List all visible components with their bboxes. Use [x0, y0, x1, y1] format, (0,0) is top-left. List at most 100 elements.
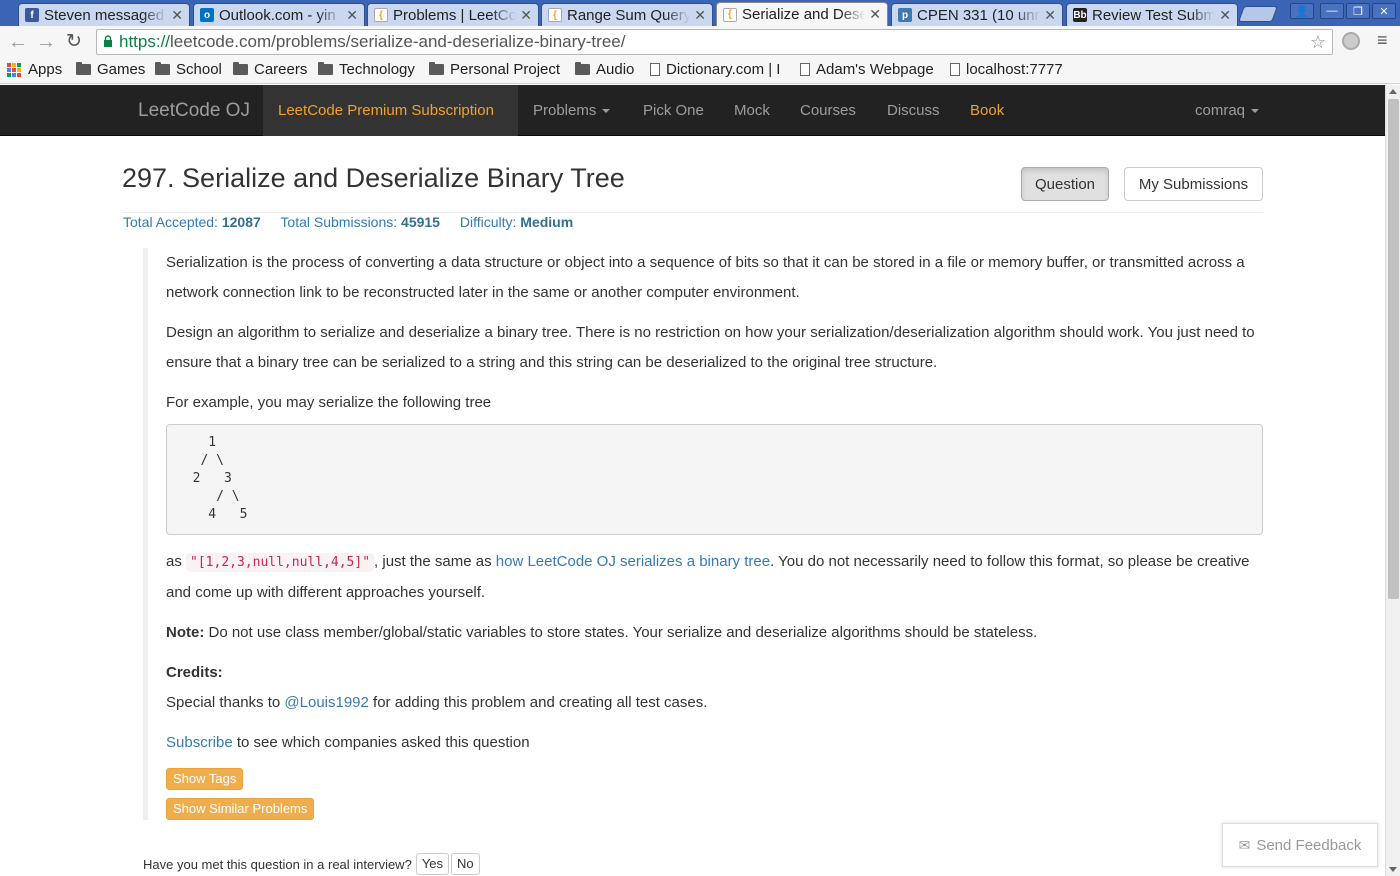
- accepted-label: Total Accepted:: [123, 214, 218, 230]
- text: as: [166, 553, 187, 570]
- piazza-icon: p: [898, 8, 912, 22]
- nav-courses[interactable]: Courses: [800, 85, 856, 136]
- my-submissions-button[interactable]: My Submissions: [1124, 167, 1263, 201]
- divider: [122, 212, 1263, 213]
- credits-heading: Credits:: [166, 658, 1263, 688]
- lock-icon: [104, 35, 112, 47]
- scrollbar-thumb[interactable]: [1388, 99, 1399, 599]
- bookmark-star-icon[interactable]: ☆: [1310, 32, 1326, 53]
- tab-title: Review Test Subm: [1092, 6, 1216, 24]
- question-tab-button[interactable]: Question: [1021, 167, 1109, 201]
- page-icon: [800, 63, 810, 76]
- close-tab-icon[interactable]: ✕: [1044, 7, 1056, 24]
- serialization-link[interactable]: how LeetCode OJ serializes a binary tree: [496, 553, 770, 570]
- caret-down-icon: [602, 108, 611, 113]
- close-tab-icon[interactable]: ✕: [1219, 7, 1231, 24]
- show-tags-button[interactable]: Show Tags: [166, 768, 244, 790]
- feedback-label: Send Feedback: [1256, 836, 1362, 854]
- outlook-icon: o: [200, 8, 214, 22]
- nav-pick-one[interactable]: Pick One: [643, 85, 704, 136]
- address-bar[interactable]: https://leetcode.com/problems/serialize-…: [96, 29, 1333, 55]
- send-feedback-button[interactable]: ✉ Send Feedback: [1222, 823, 1378, 867]
- nav-discuss[interactable]: Discuss: [887, 85, 940, 136]
- bookmark-technology[interactable]: Technology: [318, 61, 415, 78]
- nav-problems-label: Problems: [533, 102, 597, 119]
- page-scrollbar[interactable]: [1385, 85, 1400, 876]
- bookmark-label: Audio: [596, 61, 635, 78]
- problem-stats: Total Accepted: 12087 Total Submissions:…: [123, 214, 589, 230]
- browser-tab-outlook[interactable]: o Outlook.com - yin ✕: [193, 3, 365, 26]
- yes-button[interactable]: Yes: [415, 853, 450, 875]
- bookmark-careers[interactable]: Careers: [233, 61, 307, 78]
- bookmarks-bar: Apps Games School Careers Technology Per…: [0, 58, 1400, 84]
- bookmark-label: Apps: [28, 61, 63, 78]
- subscribe-link[interactable]: Subscribe: [166, 734, 233, 751]
- credits-label: Credits:: [166, 664, 223, 681]
- brand-logo[interactable]: LeetCode OJ: [138, 85, 250, 136]
- close-tab-icon[interactable]: ✕: [694, 7, 706, 24]
- browser-tab-bar: f Steven messaged ✕ o Outlook.com - yin …: [0, 0, 1400, 26]
- browser-tab-review[interactable]: Bb Review Test Subm ✕: [1066, 3, 1238, 26]
- description-paragraph: Design an algorithm to serialize and des…: [166, 324, 1255, 371]
- url-scheme: https://: [119, 32, 171, 51]
- bookmark-dictionary[interactable]: Dictionary.com | I: [650, 61, 780, 78]
- browser-tab-cpen[interactable]: p CPEN 331 (10 unre ✕: [891, 3, 1063, 26]
- close-tab-icon[interactable]: ✕: [520, 7, 532, 24]
- code-example: "[1,2,3,null,null,4,5]": [186, 553, 375, 572]
- close-tab-icon[interactable]: ✕: [346, 7, 358, 24]
- bookmark-adams-webpage[interactable]: Adam's Webpage: [800, 61, 934, 78]
- folder-icon: [318, 62, 333, 75]
- bookmark-apps[interactable]: Apps: [7, 61, 62, 78]
- browser-tab-serialize[interactable]: { Serialize and Dese ✕: [716, 2, 888, 26]
- apps-grid-icon: [7, 62, 21, 77]
- close-tab-icon[interactable]: ✕: [171, 7, 183, 24]
- browser-tab-facebook[interactable]: f Steven messaged ✕: [18, 3, 190, 26]
- credits-paragraph: Special thanks to @Louis1992 for adding …: [166, 688, 1263, 718]
- browser-tab-problems[interactable]: { Problems | LeetCo ✕: [367, 3, 539, 26]
- text: , just the same as: [374, 553, 496, 570]
- folder-icon: [76, 62, 91, 75]
- leetcode-icon: {: [548, 8, 562, 22]
- scroll-up-icon[interactable]: [1389, 89, 1397, 94]
- tab-title: Range Sum Query: [567, 6, 691, 24]
- nav-premium[interactable]: LeetCode Premium Subscription: [263, 85, 518, 136]
- bookmark-games[interactable]: Games: [76, 61, 145, 78]
- note-paragraph: Note: Do not use class member/global/sta…: [166, 618, 1263, 648]
- bookmark-label: Adam's Webpage: [816, 61, 934, 78]
- submissions-value: 45915: [401, 214, 440, 230]
- maximize-icon[interactable]: ❐: [1346, 3, 1370, 19]
- browser-toolbar: ← → ↻ https://leetcode.com/problems/seri…: [0, 26, 1400, 58]
- nav-book[interactable]: Book: [970, 85, 1004, 136]
- author-link[interactable]: @Louis1992: [284, 694, 368, 711]
- browser-tab-range-sum[interactable]: { Range Sum Query ✕: [541, 3, 713, 26]
- difficulty-value: Medium: [520, 214, 574, 230]
- nav-mock[interactable]: Mock: [734, 85, 770, 136]
- close-tab-icon[interactable]: ✕: [869, 6, 881, 23]
- format-paragraph: as "[1,2,3,null,null,4,5]", just the sam…: [166, 547, 1263, 608]
- folder-icon: [429, 62, 444, 75]
- scroll-down-icon[interactable]: [1389, 867, 1397, 872]
- bookmark-personal-project[interactable]: Personal Project: [429, 61, 560, 78]
- nav-user-menu[interactable]: comraq: [1195, 85, 1260, 136]
- minimize-icon[interactable]: —: [1320, 3, 1344, 19]
- facebook-icon: f: [25, 8, 39, 22]
- description-paragraph: Serialization is the process of converti…: [166, 254, 1245, 301]
- note-label: Note:: [166, 624, 205, 641]
- show-similar-problems-button[interactable]: Show Similar Problems: [166, 798, 315, 820]
- new-tab-button[interactable]: [1238, 6, 1278, 22]
- bookmark-localhost[interactable]: localhost:7777: [950, 61, 1063, 78]
- site-navbar: LeetCode OJ LeetCode Premium Subscriptio…: [0, 85, 1385, 136]
- nav-problems[interactable]: Problems: [533, 85, 611, 136]
- extension-icon[interactable]: [1342, 32, 1360, 50]
- forward-arrow-icon[interactable]: →: [36, 32, 56, 52]
- tree-example: 1 / \ 2 3 / \ 4 5: [166, 424, 1263, 535]
- close-window-icon[interactable]: ✕: [1372, 3, 1396, 19]
- user-profile-icon[interactable]: 👤: [1290, 3, 1314, 19]
- back-arrow-icon[interactable]: ←: [8, 32, 28, 52]
- bookmark-school[interactable]: School: [155, 61, 222, 78]
- menu-icon[interactable]: ≡: [1377, 30, 1388, 51]
- bookmark-audio[interactable]: Audio: [575, 61, 634, 78]
- reload-icon[interactable]: ↻: [66, 32, 82, 52]
- no-button[interactable]: No: [451, 853, 480, 875]
- leetcode-icon: {: [374, 8, 388, 22]
